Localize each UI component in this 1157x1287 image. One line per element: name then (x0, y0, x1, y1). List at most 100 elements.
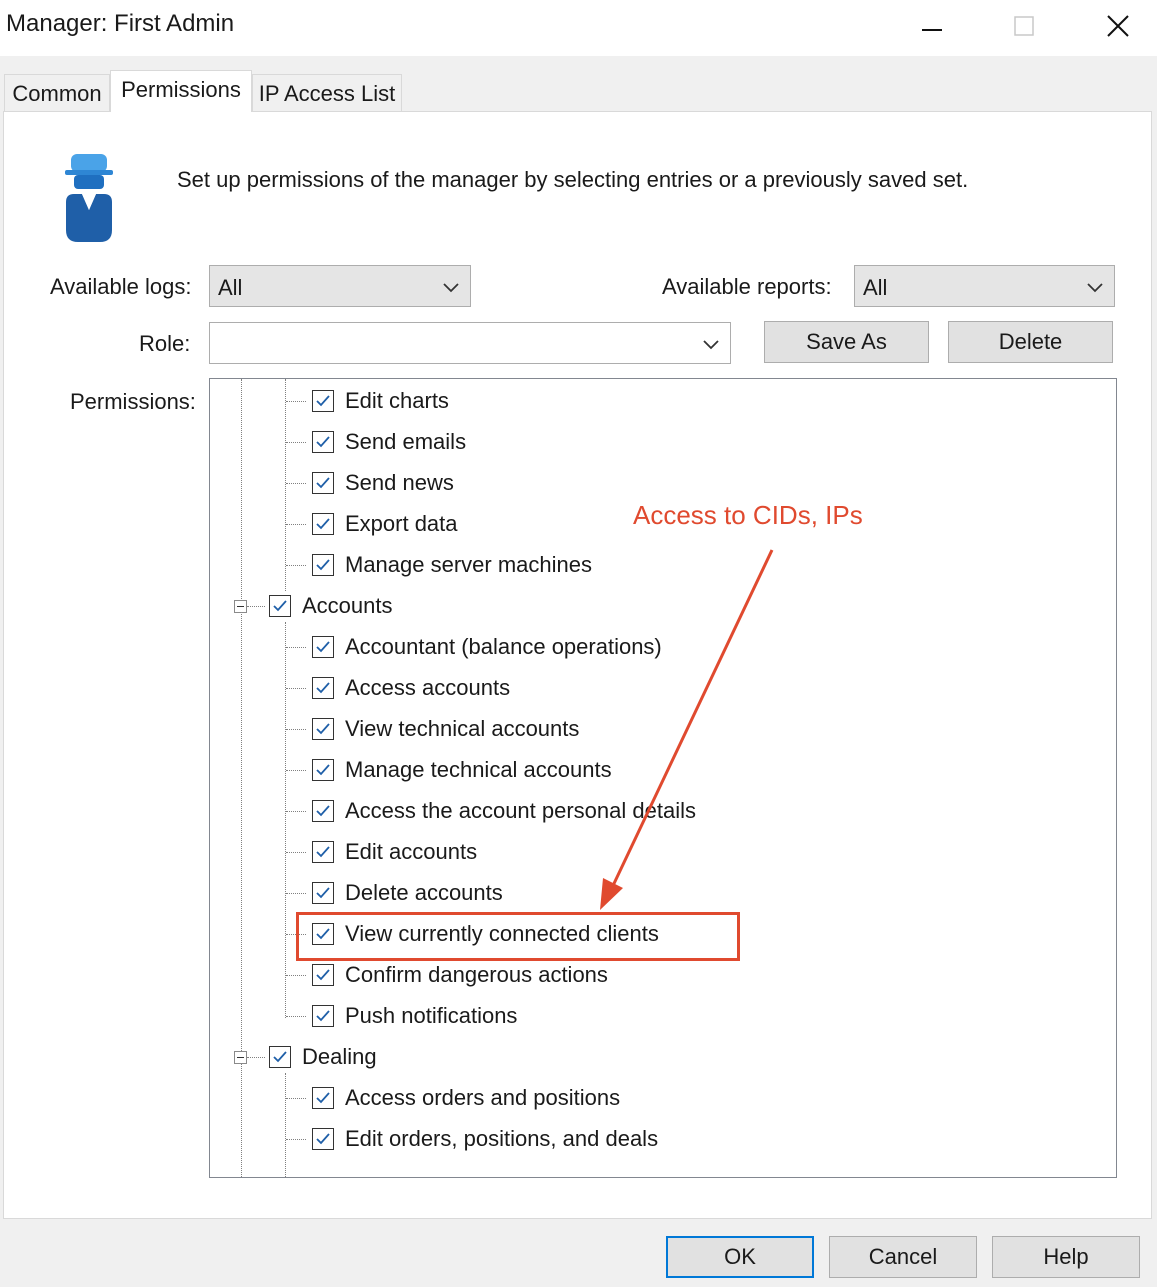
tree-item[interactable]: Access accounts (312, 670, 510, 706)
tree-item-label: Delete accounts (345, 880, 503, 905)
tree-item[interactable]: Send news (312, 465, 454, 501)
permission-checkbox[interactable] (312, 800, 334, 822)
tree-item[interactable]: Manage technical accounts (312, 752, 612, 788)
tree-guide-line (286, 1016, 306, 1017)
tree-item[interactable]: Export data (312, 506, 458, 542)
tree-item[interactable]: View technical accounts (312, 711, 579, 747)
permissions-label: Permissions: (70, 389, 196, 414)
tree-guide-line (286, 770, 306, 771)
annotation-arrow-icon (600, 549, 774, 910)
checkmark-icon (316, 846, 330, 858)
tree-guide-line (286, 975, 306, 976)
checkmark-icon (316, 1133, 330, 1145)
tree-item-label: Dealing (302, 1044, 377, 1069)
available-reports-value: All (863, 275, 888, 300)
cancel-button[interactable]: Cancel (829, 1236, 977, 1278)
close-button[interactable] (1088, 6, 1148, 46)
tree-guide-line (286, 483, 306, 484)
tree-item[interactable]: Send emails (312, 424, 466, 460)
title-bar: Manager: First Admin (0, 0, 1157, 56)
permission-checkbox[interactable] (312, 472, 334, 494)
tree-item[interactable]: Push notifications (312, 998, 517, 1034)
tree-item-label: Edit accounts (345, 839, 478, 864)
available-reports-select[interactable]: All (854, 265, 1115, 307)
tree-item-label: Manage technical accounts (345, 757, 612, 782)
permission-checkbox[interactable] (312, 431, 334, 453)
permission-checkbox[interactable] (312, 636, 334, 658)
tree-guide-line (286, 1098, 306, 1099)
checkmark-icon (273, 600, 287, 612)
permission-checkbox[interactable] (312, 390, 334, 412)
tree-item-label: Export data (345, 511, 458, 536)
collapse-icon[interactable] (234, 600, 247, 613)
tree-item-label: Accounts (302, 593, 393, 618)
tab-permissions[interactable]: Permissions (110, 70, 252, 112)
delete-button[interactable]: Delete (948, 321, 1113, 363)
tree-guide-line (286, 565, 306, 566)
permission-checkbox[interactable] (312, 882, 334, 904)
maximize-button[interactable] (994, 6, 1054, 46)
tree-item-label: Confirm dangerous actions (345, 962, 608, 987)
ok-button[interactable]: OK (666, 1236, 814, 1278)
permission-checkbox[interactable] (312, 1087, 334, 1109)
tree-item-label: Send news (345, 470, 454, 495)
tree-guide-line (286, 524, 306, 525)
permission-checkbox[interactable] (312, 513, 334, 535)
permission-checkbox[interactable] (312, 759, 334, 781)
checkmark-icon (316, 723, 330, 735)
tree-guide-line (286, 401, 306, 402)
chevron-down-icon (443, 283, 459, 293)
tree-item[interactable]: Confirm dangerous actions (312, 957, 608, 993)
permission-checkbox[interactable] (312, 677, 334, 699)
available-logs-select[interactable]: All (209, 265, 471, 307)
description-text: Set up permissions of the manager by sel… (177, 167, 969, 192)
tree-item[interactable]: Edit orders, positions, and deals (312, 1121, 658, 1157)
tree-item-label: Manage server machines (345, 552, 593, 577)
checkmark-icon (316, 518, 330, 530)
permission-checkbox[interactable] (269, 595, 291, 617)
tree-item-label: Push notifications (345, 1003, 518, 1028)
annotation-text: Access to CIDs, IPs (633, 500, 863, 530)
permission-checkbox[interactable] (312, 841, 334, 863)
checkmark-icon (316, 641, 330, 653)
save-as-button[interactable]: Save As (764, 321, 929, 363)
available-reports-label: Available reports: (662, 274, 832, 299)
permission-checkbox[interactable] (312, 1128, 334, 1150)
permission-checkbox[interactable] (312, 964, 334, 986)
tree-item[interactable]: Delete accounts (312, 875, 503, 911)
permission-checkbox[interactable] (312, 1005, 334, 1027)
tree-item[interactable]: Edit charts (312, 383, 449, 419)
permission-checkbox[interactable] (312, 718, 334, 740)
permission-checkbox[interactable] (269, 1046, 291, 1068)
tree-guide-line (285, 379, 286, 591)
tree-guide-line (247, 606, 265, 607)
role-label: Role: (139, 331, 191, 356)
highlight-box (296, 912, 740, 961)
tree-item[interactable]: Access orders and positions (312, 1080, 620, 1116)
tree-group-item[interactable]: Dealing (269, 1039, 377, 1075)
minimize-button[interactable] (902, 6, 962, 46)
tree-item-label: Access orders and positions (345, 1085, 621, 1110)
tree-item-label: Send emails (345, 429, 467, 454)
tree-guide-line (285, 622, 286, 1018)
tree-guide-line (286, 729, 306, 730)
maximize-icon (1014, 16, 1034, 36)
tree-item[interactable]: Manage server machines (312, 547, 592, 583)
permission-checkbox[interactable] (312, 554, 334, 576)
available-logs-value: All (218, 275, 243, 300)
tree-item[interactable]: Edit accounts (312, 834, 477, 870)
tree-guide-line (286, 647, 306, 648)
checkmark-icon (316, 764, 330, 776)
chevron-down-icon (1087, 283, 1103, 293)
role-select[interactable] (209, 322, 731, 364)
tree-guide-line (286, 893, 306, 894)
tab-common[interactable]: Common (4, 74, 110, 112)
manager-avatar-icon (65, 154, 113, 242)
checkmark-icon (316, 969, 330, 981)
help-button[interactable]: Help (992, 1236, 1140, 1278)
tab-ip-access-list[interactable]: IP Access List (252, 74, 402, 112)
tree-guide-line (286, 811, 306, 812)
collapse-icon[interactable] (234, 1051, 247, 1064)
chevron-down-icon (703, 340, 719, 350)
tree-group-item[interactable]: Accounts (269, 588, 393, 624)
